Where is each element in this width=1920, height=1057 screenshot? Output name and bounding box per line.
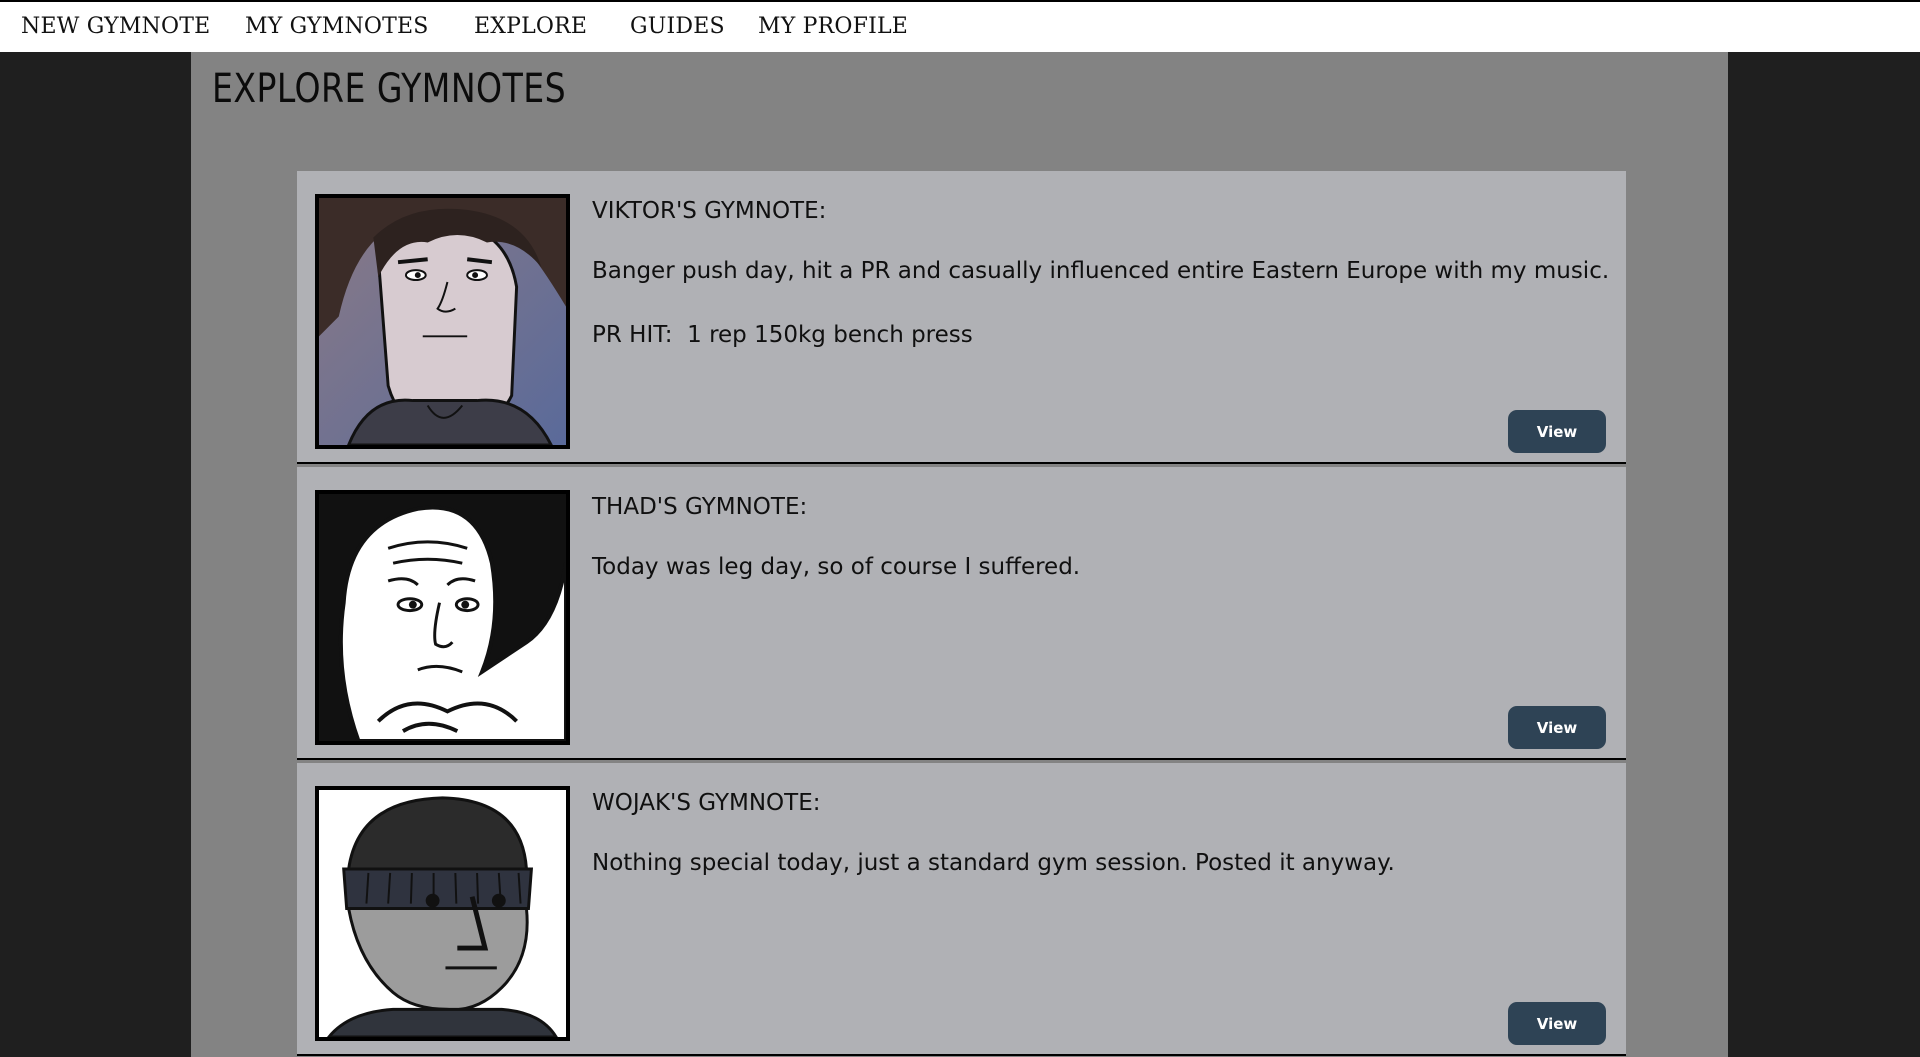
gymnote-pr: PR HIT: 1 rep 150kg bench press: [592, 322, 973, 348]
nav-my-gymnotes[interactable]: MY GYMNOTES: [245, 14, 429, 39]
view-button[interactable]: View: [1508, 706, 1606, 749]
nav-my-profile[interactable]: MY PROFILE: [758, 14, 908, 39]
gymnote-card-viktor: VIKTOR'S GYMNOTE: Banger push day, hit a…: [297, 171, 1626, 464]
gymnote-body: Banger push day, hit a PR and casually i…: [592, 258, 1610, 284]
nav-explore[interactable]: EXPLORE: [474, 14, 587, 39]
nav-new-gymnote[interactable]: NEW GYMNOTE: [21, 14, 210, 39]
main-content: EXPLORE GYMNOTES VIKTOR'S GYMNOTE: Bange…: [191, 52, 1728, 1057]
gymnote-card-wojak: WOJAK'S GYMNOTE: Nothing special today, …: [297, 763, 1626, 1056]
view-button[interactable]: View: [1508, 410, 1606, 453]
thad-avatar: [315, 490, 570, 745]
gymnote-card-thad: THAD'S GYMNOTE: Today was leg day, so of…: [297, 467, 1626, 760]
top-nav-bar: NEW GYMNOTE MY GYMNOTES EXPLORE GUIDES M…: [0, 0, 1920, 52]
nav-guides[interactable]: GUIDES: [630, 14, 725, 39]
viktor-avatar-illustration: [319, 198, 566, 445]
wojak-avatar-illustration: [319, 790, 566, 1037]
view-button[interactable]: View: [1508, 1002, 1606, 1045]
gymnote-body: Today was leg day, so of course I suffer…: [592, 554, 1081, 580]
page-title: EXPLORE GYMNOTES: [212, 66, 567, 112]
gymnote-title: WOJAK'S GYMNOTE:: [592, 790, 821, 816]
gymnote-title: THAD'S GYMNOTE:: [592, 494, 808, 520]
viktor-avatar: [315, 194, 570, 449]
wojak-avatar: [315, 786, 570, 1041]
thad-avatar-illustration: [319, 494, 566, 741]
gymnote-body: Nothing special today, just a standard g…: [592, 850, 1395, 876]
gymnote-title: VIKTOR'S GYMNOTE:: [592, 198, 827, 224]
